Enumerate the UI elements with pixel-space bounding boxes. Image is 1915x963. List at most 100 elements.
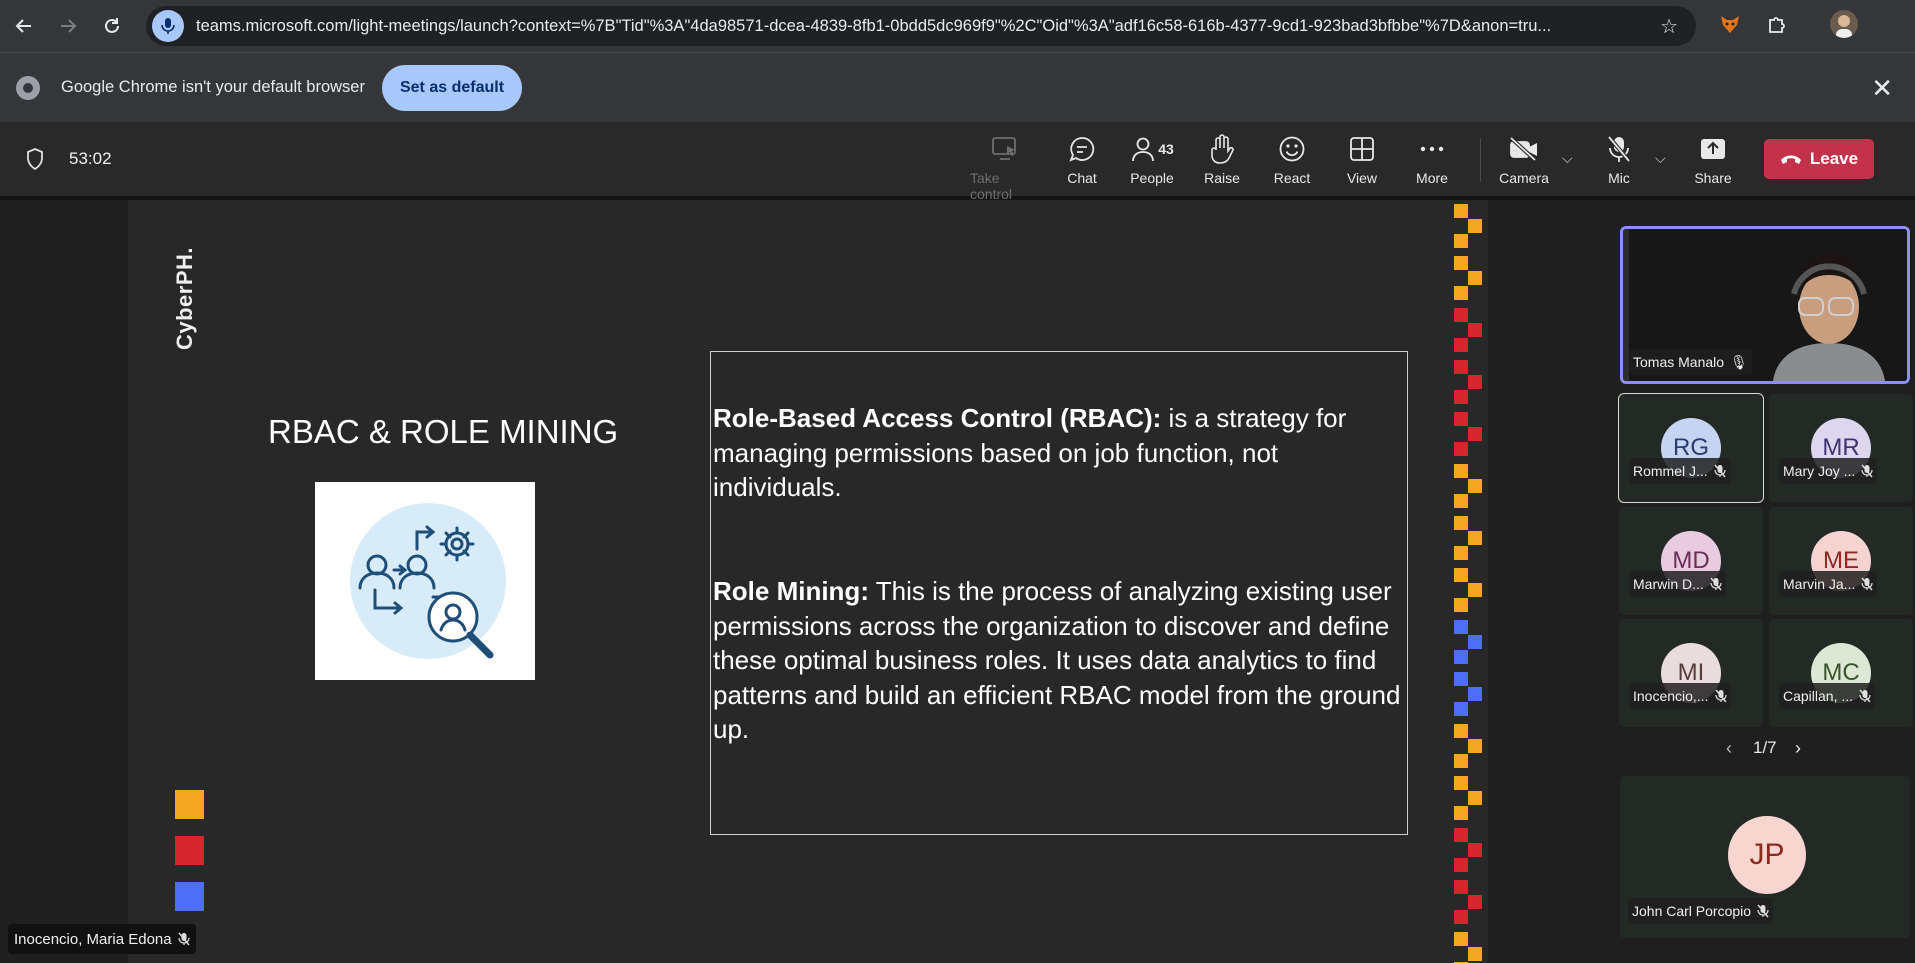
pixel-block [1454,754,1468,768]
camera-off-icon [1509,136,1537,162]
active-speaker-tile[interactable]: Tomas Manalo 🎙 [1620,226,1910,384]
role-mining-illustration-icon [350,503,506,659]
participant-tile[interactable]: MR Mary Joy ... [1769,394,1913,502]
prev-page-chevron-icon[interactable]: ‹ [1726,738,1732,759]
set-default-button[interactable]: Set as default [382,65,522,111]
camera-options-chevron-icon[interactable]: ⌵ [1562,150,1573,167]
view-button[interactable]: View [1327,134,1397,186]
back-button[interactable] [4,6,44,46]
default-browser-infobar: Google Chrome isn't your default browser… [0,52,1915,123]
participant-tile[interactable]: ME Marvin Ja... [1769,507,1913,615]
pixel-block [1468,531,1482,545]
fox-extension-icon[interactable] [1716,10,1744,38]
camera-button[interactable]: Camera [1489,134,1559,186]
participant-name-tag: Inocencio,... [1629,683,1731,709]
mic-off-icon [1714,689,1727,703]
pixel-block [1468,219,1482,233]
url-text: teams.microsoft.com/light-meetings/launc… [196,16,1552,35]
participant-tile[interactable]: MD Marwin D... [1619,507,1763,615]
pixel-block [1468,739,1482,753]
pixel-block [1454,234,1468,248]
meeting-timer: 53:02 [69,149,112,168]
pixel-block [1454,880,1468,894]
pixel-block [1454,442,1468,456]
blue-square [175,882,204,911]
pixel-block [1468,687,1482,701]
pixel-block [1454,672,1468,686]
pixel-block [1454,806,1468,820]
raise-hand-icon [1211,134,1234,164]
pixel-block [1454,286,1468,300]
pixel-block [1454,338,1468,352]
more-button[interactable]: More [1397,134,1467,186]
pixel-block [1454,598,1468,612]
participant-tile-jp[interactable]: JP John Carl Porcopio [1620,776,1910,938]
bookmark-star-icon[interactable]: ☆ [1660,14,1678,39]
back-arrow-icon [15,19,31,33]
mic-off-icon [178,932,190,946]
participant-tile[interactable]: MC Capillan, ... [1769,619,1913,727]
mic-off-icon [1607,135,1631,163]
participant-tile[interactable]: RG Rommel J... [1618,393,1764,503]
mic-icon: 🎙 [1730,353,1748,370]
profile-avatar[interactable] [1830,10,1858,38]
microphone-in-use-icon[interactable] [152,10,184,42]
react-button[interactable]: React [1257,134,1327,186]
pixel-block [1454,650,1468,664]
pixel-block [1454,932,1468,946]
browser-toolbar: teams.microsoft.com/light-meetings/launc… [0,0,1915,52]
pixel-block [1468,323,1482,337]
take-control-icon [992,137,1016,160]
address-bar[interactable]: teams.microsoft.com/light-meetings/launc… [146,6,1696,46]
participant-name-tag: Marwin D... [1629,571,1726,597]
speaker-name-tag: Tomas Manalo 🎙 [1629,349,1752,375]
red-square [175,836,204,865]
people-icon [1132,137,1155,162]
pixel-block [1468,635,1482,649]
pixel-block [1454,308,1468,322]
chat-icon [1069,137,1095,162]
pixel-block [1454,412,1468,426]
pixel-block [1454,516,1468,530]
people-button[interactable]: 43 People [1117,134,1187,186]
next-page-chevron-icon[interactable]: › [1795,738,1801,759]
extensions-puzzle-icon[interactable] [1763,10,1791,38]
participant-name-tag: Mary Joy ... [1779,458,1878,484]
chrome-logo-icon [16,76,40,100]
take-control-button[interactable]: Take control [970,134,1040,202]
mic-off-icon [1861,577,1873,591]
grid-view-icon [1350,137,1374,161]
raise-hand-button[interactable]: Raise [1187,134,1257,186]
pixel-block [1454,204,1468,218]
pixel-block [1468,427,1482,441]
mic-off-icon [1710,577,1722,591]
rbac-illustration [315,482,535,680]
shield-icon [27,148,43,170]
chat-button[interactable]: Chat [1047,134,1117,186]
mic-button[interactable]: Mic [1584,134,1654,186]
pixel-block [1468,895,1482,909]
smile-icon [1279,136,1305,162]
forward-button[interactable] [48,6,88,46]
leave-button[interactable]: Leave [1764,139,1874,179]
pixel-block [1454,828,1468,842]
pixel-block [1454,776,1468,790]
avatar: JP [1728,816,1806,894]
pixel-block [1454,360,1468,374]
pixel-block [1454,620,1468,634]
pixel-block [1468,843,1482,857]
pixel-block [1468,479,1482,493]
pixel-block [1454,724,1468,738]
pixel-border-strip [1454,204,1482,963]
close-icon[interactable]: ✕ [1871,73,1893,104]
pixel-block [1454,256,1468,270]
pixel-block [1454,390,1468,404]
rbac-definition: Role-Based Access Control (RBAC): is a s… [713,403,1347,502]
reload-button[interactable] [92,6,132,46]
participant-name-tag: Marvin Ja... [1779,571,1878,597]
more-dots-icon [1420,146,1444,152]
participant-tile[interactable]: MI Inocencio,... [1619,619,1763,727]
pixel-block [1454,494,1468,508]
share-button[interactable]: Share [1678,134,1748,186]
mic-options-chevron-icon[interactable]: ⌵ [1655,150,1666,167]
